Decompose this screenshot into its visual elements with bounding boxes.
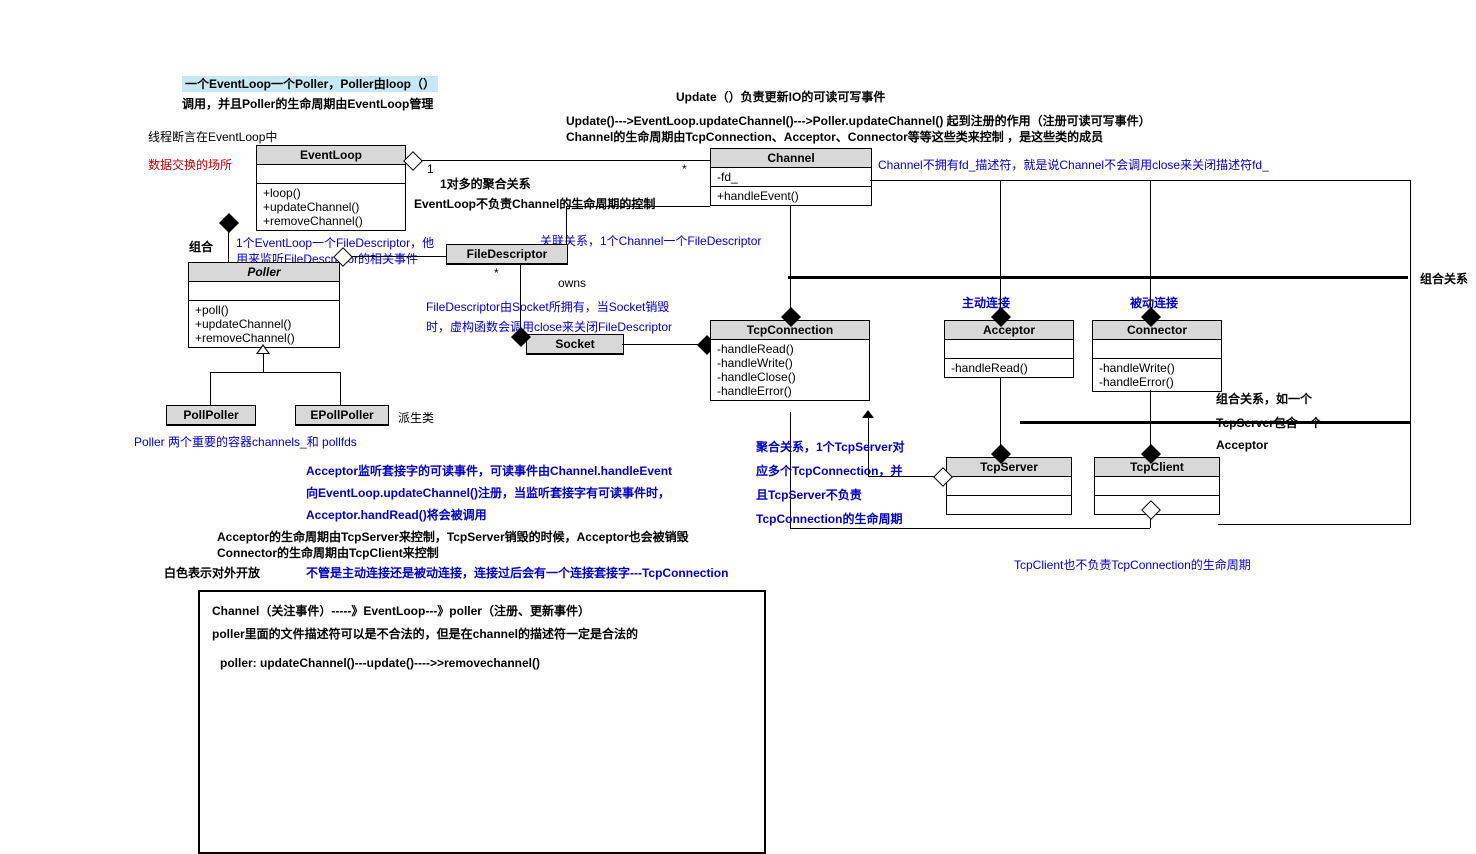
ann-mult1: 1: [427, 162, 434, 176]
uml-tcpserver: TcpServer: [946, 457, 1072, 515]
ann-agg-note3: 且TcpServer不负责: [756, 486, 862, 503]
ann-conn-either: 不管是主动连接还是被动连接，连接过后会有一个连接套接字---TcpConnect…: [306, 564, 728, 581]
tri-poller-gen-inner: [258, 346, 268, 353]
note-line1: Channel（关注事件）-----》EventLoop---》poller（注…: [212, 602, 752, 619]
ann-agg-note1: 聚合关系，1个TcpServer对: [756, 438, 904, 455]
uml-fd: FileDescriptor: [446, 244, 568, 265]
ann-combo2b: TcpServer包含一个: [1216, 414, 1322, 431]
line-tcpconn-client-h: [790, 528, 1150, 529]
ann-combo: 组合: [189, 238, 213, 255]
note-line2: poller里面的文件描述符可以是不合法的，但是在channel的描述符一定是合…: [212, 625, 752, 642]
ann-tcpclient-note: TcpClient也不负责TcpConnection的生命周期: [1014, 556, 1251, 573]
note-box: Channel（关注事件）-----》EventLoop---》poller（注…: [198, 590, 766, 854]
line-channel-tcp: [790, 206, 791, 320]
uml-channel: Channel -fd_ +handleEvent(): [710, 148, 872, 206]
ann-top3: Update（）负责更新IO的可读可写事件: [676, 88, 885, 105]
ann-life2: Connector的生命周期由TcpClient来控制: [217, 544, 439, 561]
line-child-l: [210, 372, 211, 405]
uml-poller: Poller +poll() +updateChannel() +removeC…: [188, 262, 340, 348]
arrow-tcpconn: [862, 410, 874, 418]
thick-line-1: [788, 276, 1408, 279]
ann-agg-note4: TcpConnection的生命周期: [756, 510, 902, 527]
line-socket-fd: [520, 264, 521, 334]
ann-agg2: EventLoop不负责Channel的生命周期的控制: [414, 195, 655, 212]
line-poller-down: [263, 352, 264, 372]
diamond-el-poller: [219, 213, 239, 233]
ann-passive: 被动连接: [1130, 294, 1178, 311]
uml-pollpoller: PollPoller: [166, 405, 256, 426]
line-child-r: [340, 372, 341, 405]
ann-mult2: *: [682, 162, 687, 176]
ann-combo2a: 组合关系，如一个: [1216, 390, 1312, 407]
ann-agg1: 1对多的聚合关系: [440, 175, 531, 192]
ann-acc2: 向EventLoop.updateChannel()注册，当监听套接字有可读事件…: [306, 484, 670, 501]
ann-thread: 线程断言在EventLoop中: [148, 128, 277, 145]
ann-poller-note: Poller 两个重要的容器channels_和 pollfds: [134, 433, 357, 450]
ann-channel-fd: Channel不拥有fd_描述符，就是说Channel不会调用close来关闭描…: [878, 156, 1269, 173]
ann-fd1: 1个EventLoop一个FileDescriptor，他: [236, 234, 434, 251]
ann-socket1: FileDescriptor由Socket所拥有，当Socket销毁: [426, 298, 669, 315]
line-channel-conn: [1150, 180, 1151, 320]
uml-eventloop: EventLoop +loop() +updateChannel() +remo…: [256, 145, 406, 231]
ann-owns: owns: [558, 276, 586, 290]
line-el-channel: [416, 160, 710, 161]
ann-agg-note2: 应多个TcpConnection，并: [756, 462, 902, 479]
ann-mult3: *: [494, 266, 499, 280]
uml-connector: Connector -handleWrite() -handleError(): [1092, 320, 1222, 392]
line-child-h: [210, 372, 340, 373]
ann-life1: Acceptor的生命周期由TcpServer来控制，TcpServer销毁的时…: [217, 528, 689, 545]
line-fd-channel-v: [566, 206, 567, 244]
uml-acceptor: Acceptor -handleRead(): [944, 320, 1074, 378]
ann-acc1: Acceptor监听套接字的可读事件，可读事件由Channel.handleEv…: [306, 462, 672, 479]
note-line3: poller: updateChannel()---update()---->>…: [220, 656, 752, 670]
uml-tcpconn: TcpConnection -handleRead() -handleWrite…: [710, 320, 870, 401]
ann-acc3: Acceptor.handRead()将会被调用: [306, 506, 487, 523]
diamond-el: [403, 151, 423, 171]
uml-epollpoller: EPollPoller: [295, 405, 389, 426]
ann-white: 白色表示对外开放: [164, 564, 260, 581]
ann-combo-rel: 组合关系: [1420, 270, 1468, 287]
ann-top2: 调用，并且Poller的生命周期由EventLoop管理: [182, 95, 433, 112]
ann-top5: Channel的生命周期由TcpConnection、Acceptor、Conn…: [566, 128, 1103, 145]
ann-data-exchange: 数据交换的场所: [148, 156, 232, 173]
ann-socket2: 时，虚构函数会调用close来关闭FileDescriptor: [426, 318, 672, 335]
uml-socket: Socket: [526, 334, 624, 355]
line-right-vert: [1410, 180, 1411, 525]
ann-top1: 一个EventLoop一个Poller，Poller由loop（）: [182, 75, 438, 92]
ann-top4: Update()--->EventLoop.updateChannel()---…: [566, 112, 1151, 129]
line-fd-channel-h: [566, 206, 710, 207]
line-channel-acc: [1000, 180, 1001, 320]
line-poller-fd: [338, 256, 446, 257]
ann-derived: 派生类: [398, 409, 434, 426]
ann-combo2c: Acceptor: [1216, 438, 1268, 452]
ann-assoc: 关联关系，1个Channel一个FileDescriptor: [540, 232, 761, 249]
thick-line-2: [1020, 421, 1410, 424]
line-channel-fanout: [870, 180, 1410, 181]
line-right-horz: [1218, 524, 1410, 525]
